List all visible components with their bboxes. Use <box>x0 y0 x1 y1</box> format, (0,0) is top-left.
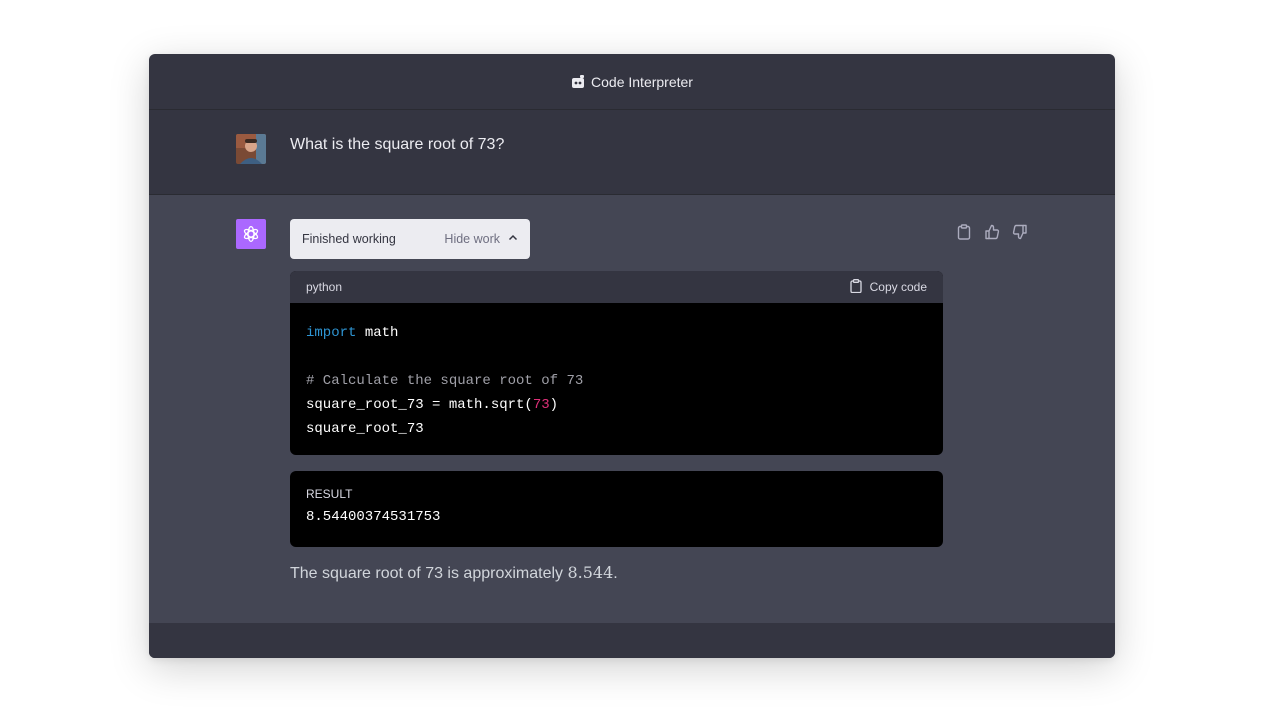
chat-window: Code Interpreter What is the square root… <box>149 54 1115 658</box>
answer-math: 8.544 <box>567 563 614 582</box>
copy-code-label: Copy code <box>869 280 927 294</box>
chevron-up-icon <box>508 232 518 246</box>
result-value: 8.54400374531753 <box>306 509 441 525</box>
code-token: square_root_73 <box>306 421 424 437</box>
window-title: Code Interpreter <box>591 73 693 90</box>
work-status-pill: Finished working Hide work <box>290 219 530 259</box>
code-token: ) <box>549 397 559 413</box>
thumbs-down-icon[interactable] <box>1011 223 1029 241</box>
code-token: import <box>306 325 357 341</box>
hide-work-toggle[interactable]: Hide work <box>444 232 518 246</box>
thumbs-up-icon[interactable] <box>983 223 1001 241</box>
user-avatar <box>236 134 266 164</box>
code-language: python <box>306 280 343 294</box>
answer-suffix: . <box>613 565 618 582</box>
result-label: RESULT <box>306 487 353 501</box>
code-line: import math <box>306 321 927 345</box>
code-line: # Calculate the square root of 73 <box>306 369 927 393</box>
result-block: RESULT 8.54400374531753 <box>290 471 943 547</box>
user-message-text: What is the square root of 73? <box>290 136 505 153</box>
code-content: import math # Calculate the square root … <box>290 303 943 455</box>
code-header: python Copy code <box>290 271 943 303</box>
clipboard-icon[interactable] <box>955 223 973 241</box>
status-label: Finished working <box>302 232 396 246</box>
footer-bar <box>149 623 1115 658</box>
code-block: python Copy code import math # Calculate… <box>290 271 943 455</box>
clipboard-icon <box>849 278 862 296</box>
code-line: square_root_73 <box>306 417 927 441</box>
message-actions <box>955 223 1029 241</box>
copy-code-button[interactable]: Copy code <box>849 278 927 296</box>
code-token: 73 <box>532 397 550 413</box>
code-token: # Calculate the square root of 73 <box>306 373 584 389</box>
hide-work-label: Hide work <box>444 232 500 246</box>
code-token: math <box>356 325 399 341</box>
code-interpreter-icon <box>571 74 585 89</box>
assistant-answer: The square root of 73 is approximately 8… <box>290 563 618 583</box>
assistant-message-row: Finished working Hide work python Copy c… <box>149 195 1115 623</box>
title-bar: Code Interpreter <box>149 54 1115 110</box>
answer-prefix: The square root of 73 is approximately <box>290 565 568 582</box>
code-line: square_root_73 = math.sqrt(73) <box>306 393 927 417</box>
openai-logo-icon <box>236 219 266 249</box>
code-token: square_root_73 = math.sqrt( <box>306 397 533 413</box>
